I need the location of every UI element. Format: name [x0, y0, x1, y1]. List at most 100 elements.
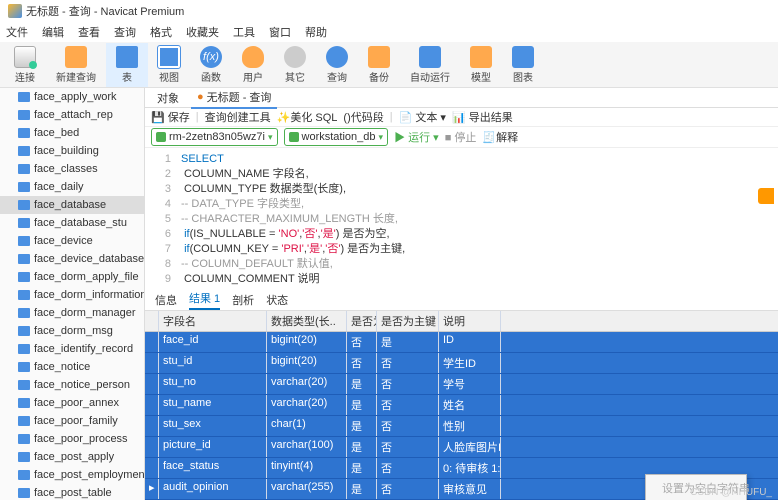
menu-item[interactable]: 帮助 — [305, 24, 327, 40]
beautify-sql-button[interactable]: ✨美化 SQL — [277, 109, 338, 125]
toolbar-图表[interactable]: 图表 — [502, 43, 544, 87]
menu-item[interactable]: 收藏夹 — [186, 24, 219, 40]
tab-objects[interactable]: 对象 — [151, 88, 185, 108]
app-logo — [8, 4, 22, 18]
toolbar-表[interactable]: 表 — [106, 43, 148, 87]
table-item[interactable]: face_notice — [0, 358, 144, 376]
table-row[interactable]: face_idbigint(20)否是ID — [145, 332, 778, 353]
table-item[interactable]: face_device_database — [0, 250, 144, 268]
window-title: 无标题 - 查询 - Navicat Premium — [26, 3, 184, 19]
ic-auto-icon — [419, 46, 441, 68]
table-row[interactable]: stu_namevarchar(20)是否姓名 — [145, 395, 778, 416]
table-item[interactable]: face_poor_family — [0, 412, 144, 430]
table-item[interactable]: face_notice_person — [0, 376, 144, 394]
table-icon — [18, 362, 30, 372]
table-item[interactable]: face_post_table — [0, 484, 144, 500]
menu-item[interactable]: 格式 — [150, 24, 172, 40]
table-icon — [18, 218, 30, 228]
toolbar-查询[interactable]: 查询 — [316, 43, 358, 87]
toolbar-函数[interactable]: f(x)函数 — [190, 43, 232, 87]
toolbar-模型[interactable]: 模型 — [460, 43, 502, 87]
result-grid[interactable]: 字段名数据类型(长..是否为空是否为主键说明face_idbigint(20)否… — [145, 311, 778, 500]
table-item[interactable]: face_database — [0, 196, 144, 214]
menu-item[interactable]: 查询 — [114, 24, 136, 40]
title-bar: 无标题 - 查询 - Navicat Premium — [0, 0, 778, 22]
table-icon — [18, 254, 30, 264]
menu-item[interactable]: 窗口 — [269, 24, 291, 40]
toolbar-用户[interactable]: 用户 — [232, 43, 274, 87]
table-icon — [18, 92, 30, 102]
table-item[interactable]: face_classes — [0, 160, 144, 178]
save-button[interactable]: 💾 保存 — [151, 109, 190, 125]
connection-row: rm-2zetn83n05wz7i▾ workstation_db▾ ▶ 运行 … — [145, 127, 778, 148]
toolbar-自动运行[interactable]: 自动运行 — [400, 43, 460, 87]
ic-other-icon — [284, 46, 306, 68]
tab-status[interactable]: 状态 — [266, 292, 288, 310]
code-segment-button[interactable]: ()代码段 — [343, 109, 383, 125]
table-item[interactable]: face_apply_work — [0, 88, 144, 106]
table-item[interactable]: face_post_employmen — [0, 466, 144, 484]
tab-result1[interactable]: 结果 1 — [189, 290, 220, 310]
ic-table-icon — [116, 46, 138, 68]
export-button[interactable]: 📊 导出结果 — [452, 109, 513, 125]
tab-info[interactable]: 信息 — [155, 292, 177, 310]
ic-conn-icon — [14, 46, 36, 68]
table-icon — [18, 200, 30, 210]
table-row[interactable]: stu_idbigint(20)否否学生ID — [145, 353, 778, 374]
toolbar-视图[interactable]: 视图 — [148, 43, 190, 87]
table-icon — [18, 236, 30, 246]
stop-button[interactable]: ■ 停止 — [445, 129, 477, 145]
table-item[interactable]: face_bed — [0, 124, 144, 142]
menu-bar: 文件编辑查看查询格式收藏夹工具窗口帮助 — [0, 22, 778, 42]
table-icon — [18, 326, 30, 336]
table-icon — [18, 164, 30, 174]
result-tabs: 信息 结果 1 剖析 状态 — [145, 291, 778, 311]
toolbar-连接[interactable]: 连接 — [4, 43, 46, 87]
tab-profile[interactable]: 剖析 — [232, 292, 254, 310]
table-item[interactable]: face_post_apply — [0, 448, 144, 466]
connection-dropdown[interactable]: rm-2zetn83n05wz7i▾ — [151, 128, 278, 146]
menu-item[interactable]: 编辑 — [42, 24, 64, 40]
table-item[interactable]: face_attach_rep — [0, 106, 144, 124]
ic-model-icon — [470, 46, 492, 68]
table-item[interactable]: face_dorm_information — [0, 286, 144, 304]
table-item[interactable]: face_dorm_apply_file — [0, 268, 144, 286]
table-item[interactable]: face_daily — [0, 178, 144, 196]
table-icon — [18, 488, 30, 498]
table-item[interactable]: face_dorm_manager — [0, 304, 144, 322]
table-item[interactable]: face_identify_record — [0, 340, 144, 358]
sql-editor[interactable]: 1SELECT2 COLUMN_NAME 字段名,3 COLUMN_TYPE 数… — [145, 148, 778, 291]
table-icon — [18, 128, 30, 138]
table-item[interactable]: face_database_stu — [0, 214, 144, 232]
table-row[interactable]: stu_sexchar(1)是否性别 — [145, 416, 778, 437]
table-item[interactable]: face_dorm_msg — [0, 322, 144, 340]
schema-dropdown[interactable]: workstation_db▾ — [284, 128, 389, 146]
table-item[interactable]: face_poor_annex — [0, 394, 144, 412]
table-icon — [18, 416, 30, 426]
explain-button[interactable]: 🧾解释 — [482, 129, 518, 145]
toolbar-新建查询[interactable]: 新建查询 — [46, 43, 106, 87]
toolbar-其它[interactable]: 其它 — [274, 43, 316, 87]
table-item[interactable]: face_poor_process — [0, 430, 144, 448]
table-icon — [18, 344, 30, 354]
table-item[interactable]: face_device — [0, 232, 144, 250]
table-icon — [18, 110, 30, 120]
toolbar-备份[interactable]: 备份 — [358, 43, 400, 87]
table-list-sidebar[interactable]: face_apply_workface_attach_repface_bedfa… — [0, 88, 145, 500]
menu-item[interactable]: 工具 — [233, 24, 255, 40]
tab-query[interactable]: ●无标题 - 查询 — [191, 88, 277, 109]
table-row[interactable]: stu_novarchar(20)是否学号 — [145, 374, 778, 395]
text-button[interactable]: 📄 文本 ▾ — [399, 109, 446, 125]
ic-chart-icon — [512, 46, 534, 68]
ic-view-icon — [158, 46, 180, 68]
ic-search-icon — [326, 46, 348, 68]
table-item[interactable]: face_building — [0, 142, 144, 160]
run-button[interactable]: ▶ 运行 ▾ — [394, 129, 439, 145]
table-icon — [18, 290, 30, 300]
table-row[interactable]: picture_idvarchar(100)是否人脸库图片ID — [145, 437, 778, 458]
table-icon — [18, 272, 30, 282]
table-icon — [18, 398, 30, 408]
menu-item[interactable]: 查看 — [78, 24, 100, 40]
query-builder-button[interactable]: 查询创建工具 — [205, 109, 271, 125]
menu-item[interactable]: 文件 — [6, 24, 28, 40]
